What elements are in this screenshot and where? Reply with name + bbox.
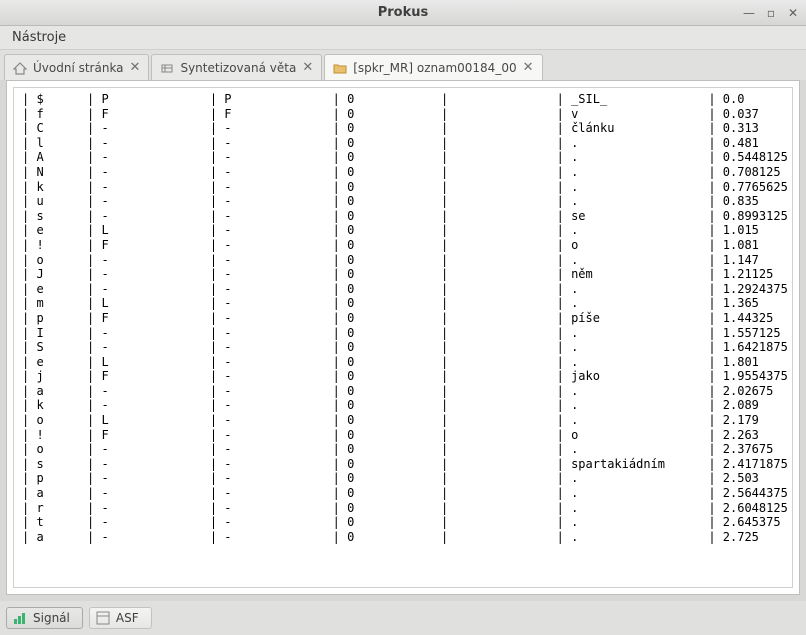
data-view[interactable]: | $ | P | P | 0 | | _SIL_ | 0.0 | 0.0 | … (14, 88, 792, 587)
signal-label: Signál (33, 611, 70, 625)
tab-label: Syntetizovaná věta (180, 61, 296, 75)
bottom-toolbar: Signál ASF (0, 601, 806, 635)
home-icon (13, 61, 27, 75)
tab-bar: Úvodní stránka✕Syntetizovaná věta✕[spkr_… (0, 50, 806, 80)
content-inner: | $ | P | P | 0 | | _SIL_ | 0.0 | 0.0 | … (13, 87, 793, 588)
minimize-button[interactable]: — (742, 6, 756, 20)
tab-1[interactable]: Syntetizovaná věta ✕ (151, 54, 322, 80)
tab-close-icon[interactable]: ✕ (302, 60, 313, 75)
close-button[interactable]: ✕ (786, 6, 800, 20)
signal-icon (13, 611, 27, 625)
menubar: Nástroje (0, 26, 806, 50)
pref-icon (160, 61, 174, 75)
content-frame: | $ | P | P | 0 | | _SIL_ | 0.0 | 0.0 | … (6, 80, 800, 595)
window-titlebar: Prokus — ▫ ✕ (0, 0, 806, 26)
tab-close-icon[interactable]: ✕ (523, 60, 534, 75)
window-controls: — ▫ ✕ (742, 0, 800, 26)
menu-tools[interactable]: Nástroje (6, 28, 72, 47)
tab-0[interactable]: Úvodní stránka ✕ (4, 54, 149, 80)
asf-icon (96, 611, 110, 625)
tab-label: [spkr_MR] oznam00184_00 (353, 61, 516, 75)
asf-label: ASF (116, 611, 139, 625)
signal-button[interactable]: Signál (6, 607, 83, 629)
maximize-button[interactable]: ▫ (764, 6, 778, 20)
folder-icon (333, 61, 347, 75)
window-title: Prokus (378, 5, 429, 20)
asf-button[interactable]: ASF (89, 607, 152, 629)
tab-label: Úvodní stránka (33, 61, 124, 75)
tab-close-icon[interactable]: ✕ (130, 60, 141, 75)
tab-2[interactable]: [spkr_MR] oznam00184_00 ✕ (324, 54, 542, 80)
